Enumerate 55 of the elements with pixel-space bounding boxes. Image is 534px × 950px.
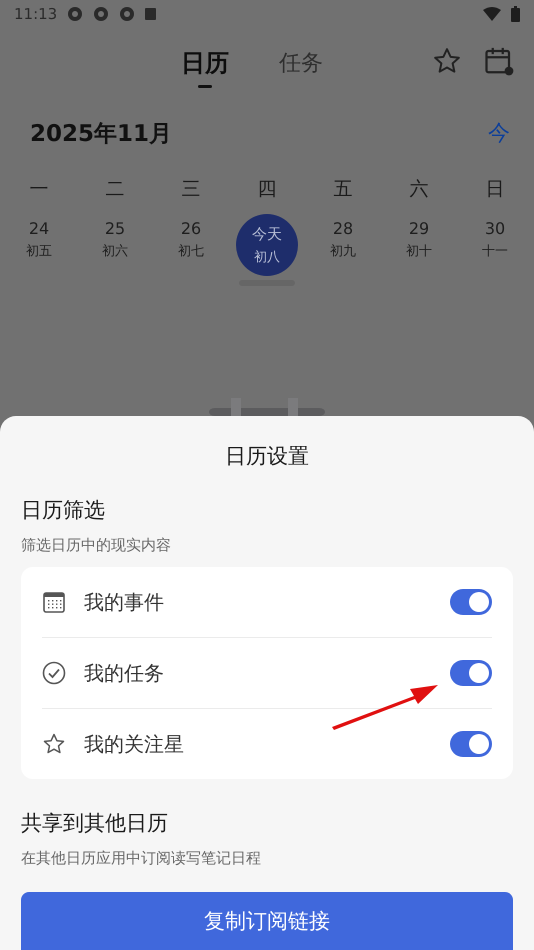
weekday-label: 日 bbox=[484, 177, 506, 202]
shutter-icon bbox=[93, 6, 110, 22]
calendar-settings-icon[interactable] bbox=[484, 46, 514, 76]
weekday-label: 一 bbox=[28, 177, 50, 202]
lunar-date: 十一 bbox=[482, 242, 508, 260]
day-cell[interactable]: 25 初六 bbox=[84, 208, 146, 270]
shutter-icon bbox=[67, 6, 84, 22]
day-cell[interactable]: 26 初七 bbox=[160, 208, 222, 270]
day-cell[interactable]: 24 初五 bbox=[8, 208, 70, 270]
section-subtitle: 在其他日历应用中订阅读写笔记日程 bbox=[21, 849, 262, 868]
lunar-date: 初七 bbox=[178, 242, 204, 260]
shutter-icon bbox=[119, 6, 136, 22]
keyboard-icon bbox=[145, 8, 156, 20]
lunar-date: 初六 bbox=[102, 242, 128, 260]
weekday-label: 四 bbox=[256, 177, 278, 202]
day-cell[interactable]: 29 初十 bbox=[388, 208, 450, 270]
section-title: 共享到其他日历 bbox=[21, 810, 169, 837]
header-tab[interactable]: 日历 bbox=[181, 38, 229, 88]
section-subtitle: 筛选日历中的现实内容 bbox=[21, 536, 172, 555]
battery-icon bbox=[511, 6, 520, 22]
wifi-icon bbox=[483, 7, 501, 21]
status-time: 11:13 bbox=[14, 5, 58, 23]
sheet-title: 日历设置 bbox=[224, 443, 310, 470]
weekday-label: 五 bbox=[332, 177, 354, 202]
day-number: 28 bbox=[332, 218, 354, 238]
weekday-label: 二 bbox=[104, 177, 126, 202]
filter-label: 我的事件 bbox=[84, 588, 165, 616]
section-title: 日历筛选 bbox=[21, 497, 106, 524]
selected-day[interactable]: 今天 初八 bbox=[236, 214, 298, 276]
day-number: 今天 bbox=[252, 224, 282, 244]
weekday-label: 六 bbox=[408, 177, 430, 202]
toggle-switch[interactable] bbox=[450, 660, 492, 686]
day-cell[interactable]: 30 十一 bbox=[464, 208, 526, 270]
lunar-date: 初八 bbox=[254, 248, 280, 266]
toggle-switch[interactable] bbox=[450, 589, 492, 615]
day-number: 30 bbox=[484, 218, 506, 238]
day-number: 29 bbox=[408, 218, 430, 238]
day-number: 24 bbox=[28, 218, 50, 238]
header-tab[interactable]: 任务 bbox=[279, 40, 323, 86]
day-number: 26 bbox=[180, 218, 202, 238]
day-cell[interactable]: 28 初九 bbox=[312, 208, 374, 270]
weekday-label: 三 bbox=[180, 177, 202, 202]
copy-link-button[interactable]: 复制订阅链接 bbox=[21, 892, 513, 950]
check-circle-icon bbox=[42, 661, 66, 685]
lunar-date: 初十 bbox=[406, 242, 432, 260]
star-icon bbox=[42, 732, 66, 756]
calendar-icon bbox=[42, 590, 66, 614]
lunar-date: 初九 bbox=[330, 242, 356, 260]
filter-label: 我的关注星 bbox=[84, 730, 185, 758]
lunar-date: 初五 bbox=[26, 242, 52, 260]
filter-label: 我的任务 bbox=[84, 660, 165, 686]
day-number: 25 bbox=[104, 218, 126, 238]
month-title: 2025年11月 bbox=[30, 120, 172, 148]
toggle-switch[interactable] bbox=[450, 731, 492, 757]
today-button[interactable]: 今 bbox=[488, 118, 510, 148]
